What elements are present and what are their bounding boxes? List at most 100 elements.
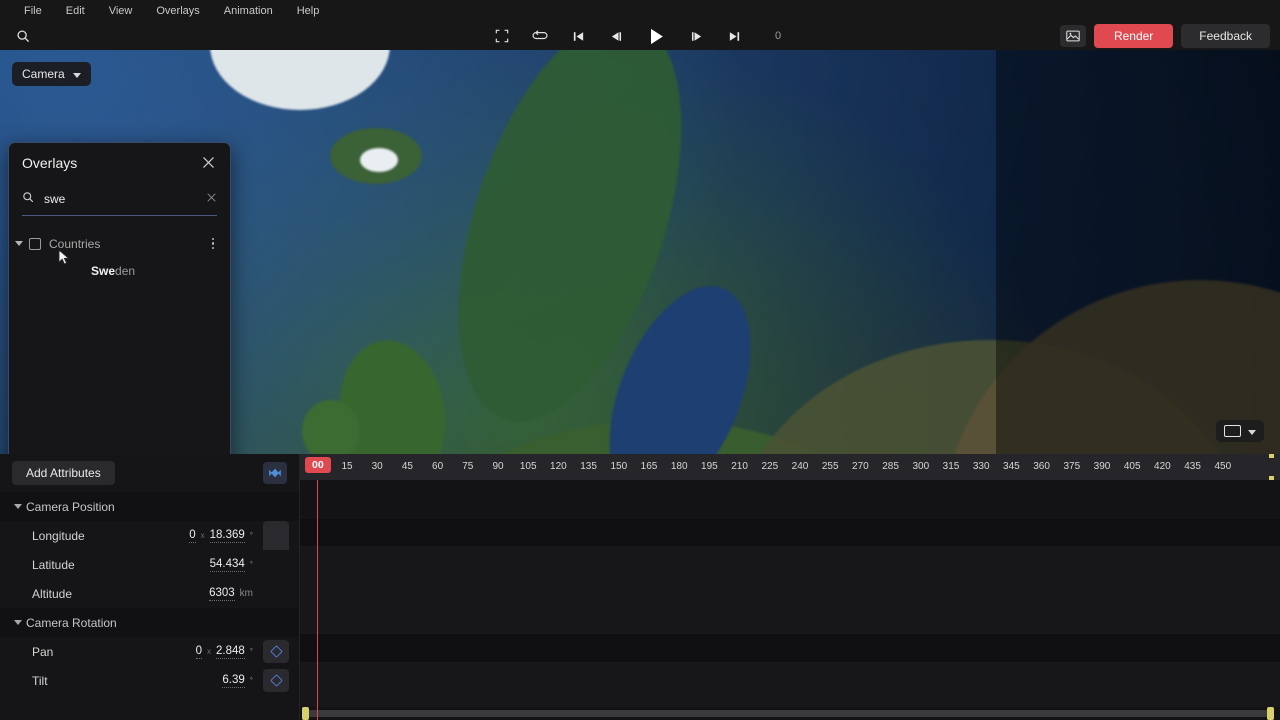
menu-item-help[interactable]: Help: [285, 2, 332, 20]
latitude-unit: °: [249, 559, 253, 569]
kebab-menu-icon[interactable]: [206, 237, 220, 250]
pan-revolutions[interactable]: 0: [195, 645, 203, 659]
menu-bar: File Edit View Overlays Animation Help: [0, 0, 1280, 22]
ruler-tick: 450: [1214, 461, 1232, 472]
ruler-tick: 75: [462, 461, 474, 472]
overlays-panel-header: Overlays: [9, 143, 230, 182]
attr-label: Latitude: [32, 557, 75, 572]
ruler-tick: 45: [401, 461, 413, 472]
menu-item-view[interactable]: View: [97, 2, 145, 20]
attr-value-group[interactable]: 54.434 °: [209, 558, 253, 572]
track-latitude[interactable]: [300, 576, 1280, 605]
chevron-down-icon[interactable]: [9, 241, 29, 246]
attr-row-pan[interactable]: Pan 0 x 2.848 °: [0, 637, 299, 666]
overlays-panel-title: Overlays: [22, 154, 78, 171]
track-camera-rotation-group[interactable]: [300, 634, 1280, 663]
longitude-value[interactable]: 18.369: [209, 529, 245, 543]
countries-checkbox[interactable]: [29, 237, 41, 250]
ruler-tick: 255: [821, 461, 839, 472]
frame-counter[interactable]: 0: [766, 30, 790, 42]
close-icon[interactable]: [199, 154, 217, 172]
attr-row-longitude[interactable]: Longitude 0 x 18.369 °: [0, 521, 299, 608]
ruler-tick: 375: [1063, 461, 1081, 472]
feedback-button[interactable]: Feedback: [1181, 24, 1270, 48]
menu-item-file[interactable]: File: [12, 2, 54, 20]
menu-item-overlays[interactable]: Overlays: [144, 2, 211, 20]
ruler-tick: 165: [640, 461, 658, 472]
add-attributes-button[interactable]: Add Attributes: [12, 461, 115, 485]
attr-row-latitude[interactable]: Latitude 54.434 °: [0, 550, 299, 579]
frame-aspect-icon: [1224, 425, 1241, 437]
render-button[interactable]: Render: [1093, 24, 1174, 48]
track-pan[interactable]: [300, 663, 1280, 692]
timeline-end-marker[interactable]: [1269, 454, 1274, 480]
track-longitude[interactable]: [300, 547, 1280, 576]
search-input[interactable]: swe: [44, 192, 196, 206]
step-back-icon[interactable]: [604, 25, 628, 47]
tilt-value[interactable]: 6.39: [222, 674, 245, 688]
clear-icon[interactable]: [206, 190, 217, 208]
altitude-value[interactable]: 6303: [209, 587, 235, 601]
play-icon[interactable]: [642, 25, 670, 47]
overlays-tree: Countries Sweden: [9, 216, 230, 454]
range-handle-start[interactable]: [302, 707, 309, 720]
ruler-tick: 150: [610, 461, 628, 472]
chevron-down-icon[interactable]: [10, 504, 26, 509]
attr-row-altitude[interactable]: Altitude 6303 km: [0, 579, 299, 608]
timeline-ruler[interactable]: 00 15 30 45 60 75 90 105 120 135 150 165 180 195 210 2…: [300, 454, 1280, 480]
menu-item-edit[interactable]: Edit: [54, 2, 97, 20]
keyframe-button-pan[interactable]: [263, 640, 289, 663]
ruler-tick: 420: [1154, 461, 1171, 472]
attr-value-group[interactable]: 0 x 18.369 °: [189, 529, 253, 543]
timeline[interactable]: 00 15 30 45 60 75 90 105 120 135 150 165 180 195 210 2…: [300, 454, 1280, 720]
attr-value-group[interactable]: 6303 km: [209, 587, 253, 601]
step-forward-icon[interactable]: [684, 25, 708, 47]
tree-item-sweden[interactable]: Sweden: [9, 257, 230, 284]
track-tilt[interactable]: [300, 692, 1280, 707]
latitude-value[interactable]: 54.434: [209, 558, 245, 572]
playhead-line: [317, 480, 318, 720]
pan-unit: °: [249, 646, 253, 656]
loop-icon[interactable]: [528, 25, 552, 47]
attr-group-camera-position[interactable]: Camera Position: [0, 492, 299, 521]
attr-group-camera-rotation[interactable]: Camera Rotation: [0, 608, 299, 637]
camera-selector[interactable]: Camera: [12, 62, 91, 86]
attr-group-title: Camera Position: [26, 499, 115, 514]
tilt-unit: °: [249, 675, 253, 685]
longitude-unit: °: [249, 530, 253, 540]
range-track[interactable]: [302, 710, 1274, 717]
tree-child-label: Sweden: [91, 264, 135, 278]
range-handle-end[interactable]: [1267, 707, 1274, 720]
overlays-search-field[interactable]: swe: [22, 182, 217, 216]
chevron-down-icon[interactable]: [10, 620, 26, 625]
track-camera-position-group[interactable]: [300, 518, 1280, 547]
attr-value-group[interactable]: 0 x 2.848 °: [195, 645, 253, 659]
timeline-range-scrollbar[interactable]: [300, 707, 1280, 720]
attr-row-tilt[interactable]: Tilt 6.39 °: [0, 666, 299, 695]
attr-value-group[interactable]: 6.39 °: [222, 674, 253, 688]
ruler-tick: 105: [519, 461, 537, 472]
playhead-badge[interactable]: 00: [305, 457, 331, 473]
timeline-tracks[interactable]: [300, 480, 1280, 707]
menu-item-animation[interactable]: Animation: [212, 2, 285, 20]
viewport-3d[interactable]: Camera Overlays swe Countries Sweden: [0, 50, 1280, 454]
tree-item-countries[interactable]: Countries: [9, 230, 230, 257]
search-match-text: Swe: [91, 263, 116, 278]
search-rest-text: den: [115, 263, 136, 278]
altitude-unit: km: [239, 587, 253, 599]
keyframe-nav-icon[interactable]: [263, 462, 287, 484]
skip-to-start-icon[interactable]: [566, 25, 590, 47]
ruler-tick: 15: [341, 461, 353, 472]
skip-to-end-icon[interactable]: [722, 25, 746, 47]
image-icon[interactable]: [1059, 25, 1086, 47]
ruler-tick: 225: [761, 461, 779, 472]
longitude-revolutions[interactable]: 0: [189, 529, 196, 543]
track-altitude[interactable]: [300, 605, 1280, 634]
keyframe-button-tilt[interactable]: [263, 669, 289, 692]
pan-value[interactable]: 2.848: [216, 645, 245, 659]
overlays-panel[interactable]: Overlays swe Countries Sweden: [8, 142, 231, 454]
aspect-ratio-selector[interactable]: [1216, 420, 1264, 442]
keyframe-diamond-icon: [269, 645, 283, 658]
fit-frame-icon[interactable]: [490, 25, 514, 47]
ruler-tick: 285: [882, 461, 899, 472]
